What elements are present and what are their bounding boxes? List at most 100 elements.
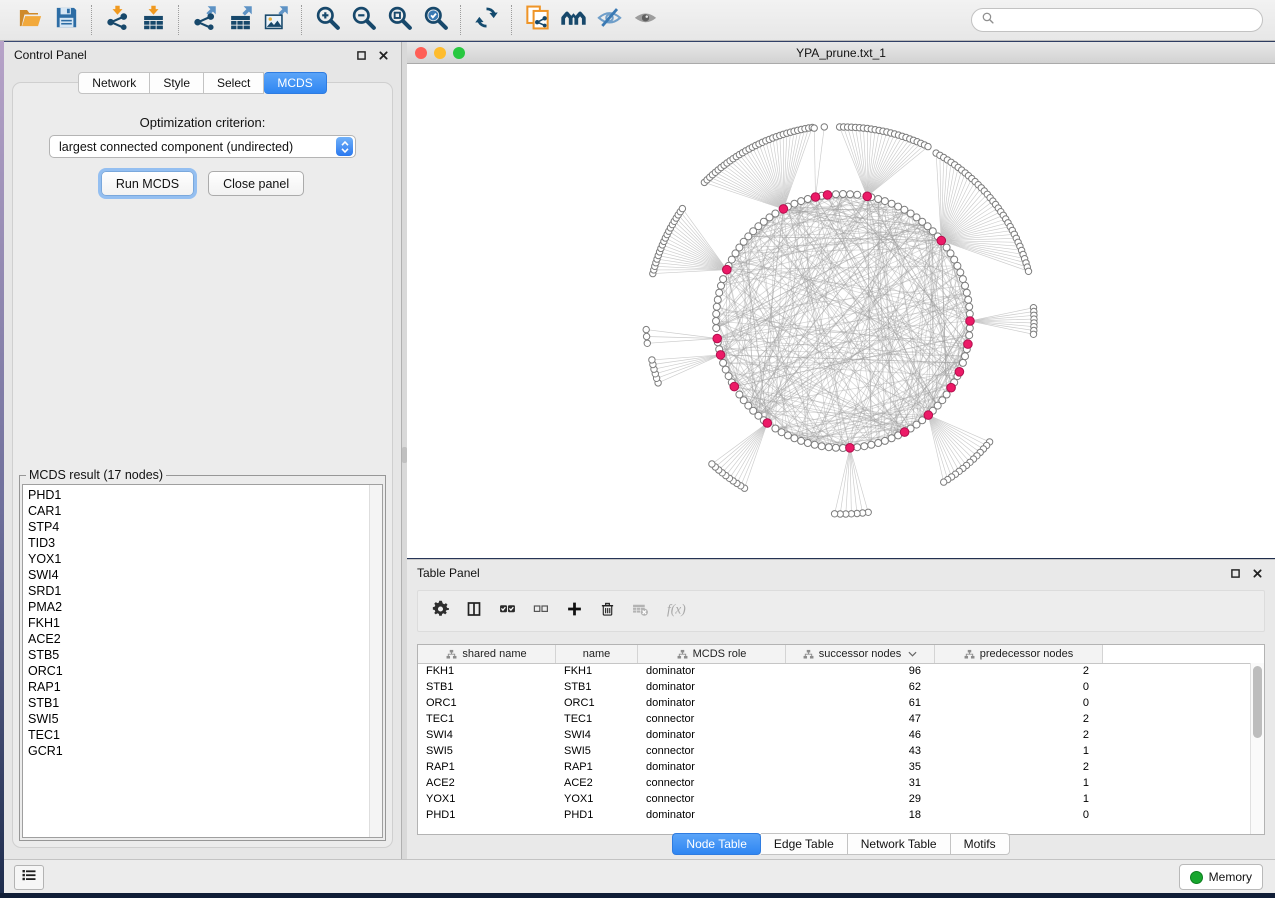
list-item[interactable]: STB5	[28, 647, 382, 663]
table-row[interactable]: SWI5SWI5connector431	[418, 744, 1264, 760]
table-panel: Table Panel f(x) shared namenameMCDS rol…	[407, 559, 1275, 859]
control-panel-title: Control Panel	[14, 48, 87, 62]
list-item[interactable]: PHD1	[28, 487, 382, 503]
zoom-selected-button[interactable]	[417, 4, 453, 36]
node-table: shared namenameMCDS rolesuccessor nodesp…	[417, 644, 1265, 835]
refresh-view-button[interactable]	[468, 4, 504, 36]
criterion-select[interactable]: largest connected component (undirected)	[49, 135, 356, 158]
tab-network-table[interactable]: Network Table	[848, 833, 951, 855]
zoom-in-button[interactable]	[309, 4, 345, 36]
column-header-shared-name[interactable]: shared name	[418, 645, 556, 663]
table-row[interactable]: PHD1PHD1dominator180	[418, 808, 1264, 824]
list-item[interactable]: ACE2	[28, 631, 382, 647]
desktop-wallpaper-bottom	[0, 893, 1275, 898]
import-network-button[interactable]	[99, 4, 135, 36]
export-table-button[interactable]	[222, 4, 258, 36]
list-item[interactable]: STP4	[28, 519, 382, 535]
network-title: YPA_prune.txt_1	[407, 46, 1275, 60]
table-row[interactable]: STB1STB1dominator620	[418, 680, 1264, 696]
duplicate-network-icon	[525, 5, 550, 35]
table-row[interactable]: FKH1FKH1dominator962	[418, 664, 1264, 680]
list-item[interactable]: FKH1	[28, 615, 382, 631]
export-image-button[interactable]	[258, 4, 294, 36]
list-item[interactable]: YOX1	[28, 551, 382, 567]
table-tabbar: Node TableEdge TableNetwork TableMotifs	[407, 833, 1275, 855]
list-item[interactable]: GCR1	[28, 743, 382, 759]
export-network-button[interactable]	[186, 4, 222, 36]
save-session-icon	[54, 5, 79, 35]
tab-network[interactable]: Network	[78, 72, 150, 94]
close-icon[interactable]	[375, 47, 391, 63]
column-header-successor-nodes[interactable]: successor nodes	[786, 645, 935, 663]
toggle-column-button[interactable]	[466, 600, 482, 623]
hide-selected-button[interactable]	[591, 4, 627, 36]
import-table-button[interactable]	[135, 4, 171, 36]
column-header-predecessor-nodes[interactable]: predecessor nodes	[935, 645, 1103, 663]
task-history-button[interactable]	[14, 865, 44, 890]
table-row[interactable]: YOX1YOX1connector291	[418, 792, 1264, 808]
float-icon[interactable]	[353, 47, 369, 63]
table-row[interactable]: SWI4SWI4dominator462	[418, 728, 1264, 744]
zoom-out-button[interactable]	[345, 4, 381, 36]
list-item[interactable]: CAR1	[28, 503, 382, 519]
table-row[interactable]: ORC1ORC1dominator610	[418, 696, 1264, 712]
control-panel: Control Panel NetworkStyleSelectMCDS Opt…	[4, 42, 402, 860]
open-file-button[interactable]	[12, 4, 48, 36]
mcds-result-list[interactable]: PHD1CAR1STP4TID3YOX1SWI4SRD1PMA2FKH1ACE2…	[22, 484, 383, 838]
close-panel-button[interactable]: Close panel	[208, 171, 304, 196]
search-input[interactable]	[1001, 12, 1253, 28]
list-item[interactable]: ORC1	[28, 663, 382, 679]
list-item[interactable]: TID3	[28, 535, 382, 551]
settings-gear-button[interactable]	[432, 600, 449, 623]
zoom-fit-icon	[387, 5, 412, 35]
tab-style[interactable]: Style	[150, 72, 204, 94]
list-icon	[21, 867, 37, 888]
table-row[interactable]: TEC1TEC1connector472	[418, 712, 1264, 728]
zoom-selected-icon	[423, 5, 448, 35]
add-column-button[interactable]	[566, 600, 583, 623]
tab-node-table[interactable]: Node Table	[672, 833, 761, 855]
optimization-criterion-label: Optimization criterion:	[13, 115, 392, 130]
table-row[interactable]: RAP1RAP1dominator352	[418, 760, 1264, 776]
export-network-icon	[192, 5, 217, 35]
column-header-MCDS-role[interactable]: MCDS role	[638, 645, 786, 663]
list-item[interactable]: SWI4	[28, 567, 382, 583]
zoom-fit-button[interactable]	[381, 4, 417, 36]
first-neighbors-button[interactable]	[555, 4, 591, 36]
tab-mcds[interactable]: MCDS	[264, 72, 326, 94]
application-window: Control Panel NetworkStyleSelectMCDS Opt…	[0, 0, 1275, 898]
search-box[interactable]	[971, 8, 1263, 32]
tab-edge-table[interactable]: Edge Table	[761, 833, 848, 855]
duplicate-network-button[interactable]	[519, 4, 555, 36]
status-bar: Memory	[4, 859, 1275, 893]
svg-text:f(x): f(x)	[667, 601, 686, 616]
close-icon[interactable]	[1249, 565, 1265, 581]
memory-status-icon	[1190, 871, 1203, 884]
memory-button-label: Memory	[1209, 870, 1252, 884]
table-panel-header: Table Panel	[407, 560, 1275, 586]
list-item[interactable]: TEC1	[28, 727, 382, 743]
zoom-in-icon	[315, 5, 340, 35]
list-item[interactable]: SRD1	[28, 583, 382, 599]
table-row[interactable]: ACE2ACE2connector311	[418, 776, 1264, 792]
mcds-panel: Optimization criterion: largest connecte…	[12, 82, 393, 848]
save-session-button[interactable]	[48, 4, 84, 36]
network-canvas[interactable]	[407, 64, 1275, 558]
show-all-button[interactable]	[627, 4, 663, 36]
list-scrollbar[interactable]	[369, 485, 382, 837]
tab-select[interactable]: Select	[204, 72, 264, 94]
delete-column-button[interactable]	[600, 600, 615, 623]
float-icon[interactable]	[1227, 565, 1243, 581]
select-all-checks-button[interactable]	[499, 600, 516, 623]
list-item[interactable]: SWI5	[28, 711, 382, 727]
tab-motifs[interactable]: Motifs	[951, 833, 1010, 855]
deselect-all-checks-button[interactable]	[533, 600, 549, 623]
list-item[interactable]: RAP1	[28, 679, 382, 695]
column-header-name[interactable]: name	[556, 645, 638, 663]
settings-gear-icon	[432, 600, 449, 623]
list-item[interactable]: PMA2	[28, 599, 382, 615]
table-scrollbar[interactable]	[1250, 663, 1264, 834]
run-mcds-button[interactable]: Run MCDS	[101, 171, 194, 196]
list-item[interactable]: STB1	[28, 695, 382, 711]
memory-button[interactable]: Memory	[1179, 864, 1263, 890]
